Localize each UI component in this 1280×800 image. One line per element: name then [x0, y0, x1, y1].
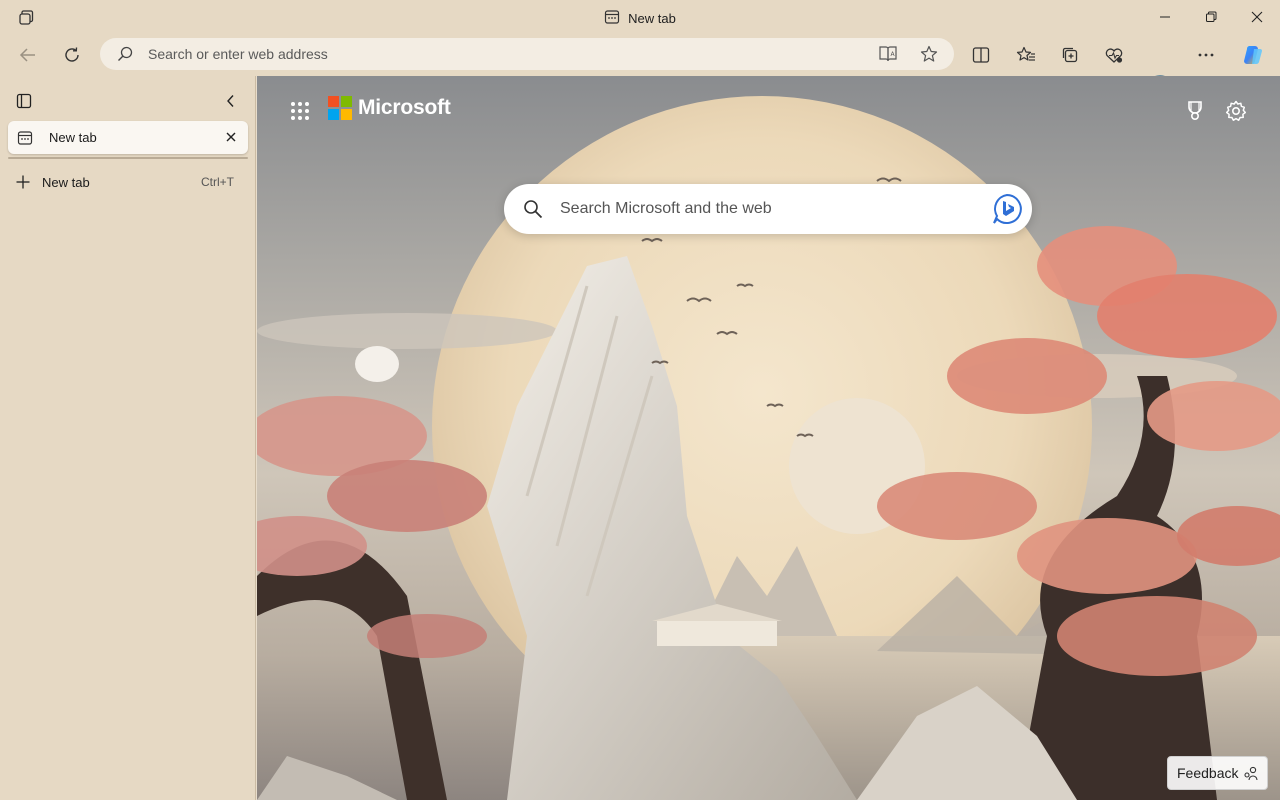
- feedback-button[interactable]: Feedback: [1167, 756, 1268, 790]
- favorites-icon[interactable]: [1012, 42, 1040, 68]
- new-tab-label: New tab: [42, 174, 90, 190]
- refresh-icon: [65, 47, 79, 62]
- new-tab-page: Microsoft Feedback: [257, 76, 1280, 800]
- vertical-tabs-pane: New tab New tab Ctrl+T: [0, 76, 256, 800]
- feedback-people-icon: [1243, 766, 1259, 782]
- new-tab-favicon-icon: [17, 130, 33, 146]
- workspaces-icon[interactable]: [16, 8, 36, 28]
- search-icon: [116, 45, 134, 63]
- collapse-pane-icon[interactable]: [220, 90, 242, 112]
- restore-icon: [1206, 11, 1217, 22]
- address-input[interactable]: [148, 46, 828, 62]
- close-icon: [1251, 11, 1263, 23]
- close-tab-icon[interactable]: [223, 129, 239, 145]
- window-title: New tab: [0, 9, 1280, 28]
- minimize-icon: [1160, 16, 1170, 18]
- tab-actions-icon[interactable]: [14, 92, 34, 110]
- split-screen-icon[interactable]: [967, 42, 995, 68]
- svg-text:A: A: [891, 51, 896, 58]
- back-button[interactable]: [12, 39, 44, 71]
- window-title-text: New tab: [628, 11, 676, 26]
- plus-icon: [14, 173, 32, 191]
- immersive-reader-icon[interactable]: A: [877, 44, 899, 64]
- restore-button[interactable]: [1188, 0, 1234, 34]
- search-icon: [522, 198, 544, 220]
- new-tab-shortcut: Ctrl+T: [201, 175, 234, 189]
- web-search-input[interactable]: [560, 200, 960, 218]
- navigation-toolbar: A: [0, 34, 1280, 99]
- microsoft-logo-icon: [328, 96, 352, 120]
- more-icon[interactable]: [1192, 42, 1220, 68]
- tab-label: New tab: [49, 130, 97, 145]
- new-tab-button[interactable]: New tab Ctrl+T: [8, 169, 248, 195]
- browser-essentials-icon[interactable]: [1100, 42, 1128, 68]
- brand-name: Microsoft: [358, 96, 451, 119]
- settings-gear-icon[interactable]: [1223, 98, 1249, 124]
- refresh-button[interactable]: [56, 39, 88, 71]
- new-tab-favicon-icon: [604, 9, 620, 28]
- collections-icon[interactable]: [1056, 42, 1084, 68]
- back-icon: [19, 48, 35, 62]
- feedback-label: Feedback: [1177, 765, 1239, 781]
- tab-divider: [8, 157, 248, 159]
- tab-new-tab[interactable]: New tab: [8, 121, 248, 154]
- bing-chat-icon[interactable]: [990, 192, 1024, 226]
- microsoft-logo[interactable]: Microsoft: [328, 96, 451, 120]
- favorite-star-icon[interactable]: [918, 44, 940, 64]
- minimize-button[interactable]: [1142, 0, 1188, 34]
- rewards-trophy-icon[interactable]: [1182, 98, 1208, 124]
- title-bar: New tab: [0, 0, 1280, 34]
- web-search-box[interactable]: [504, 184, 1032, 234]
- address-bar[interactable]: A: [100, 38, 954, 70]
- close-window-button[interactable]: [1234, 0, 1280, 34]
- copilot-icon[interactable]: [1239, 42, 1267, 68]
- app-launcher-icon[interactable]: [289, 100, 311, 122]
